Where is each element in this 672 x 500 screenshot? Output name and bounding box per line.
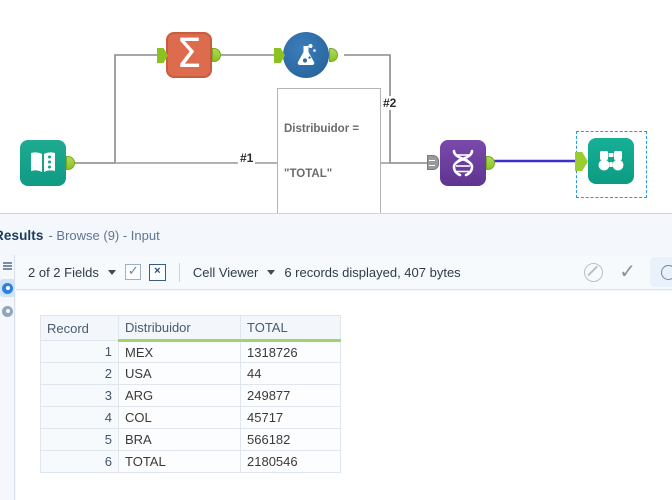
toolbar-divider bbox=[178, 262, 180, 282]
clear-glyph: × bbox=[154, 264, 161, 277]
cell-record: 4 bbox=[40, 406, 119, 429]
results-grid: Record Distribuidor TOTAL 1 MEX 1318726 … bbox=[40, 315, 341, 473]
browse-tool-body[interactable] bbox=[588, 138, 634, 184]
record-selected-icon[interactable] bbox=[0, 279, 15, 297]
book-icon bbox=[20, 140, 66, 186]
results-subtitle: - Browse (9) - Input bbox=[48, 227, 160, 243]
sigma-icon: Σ bbox=[176, 31, 202, 77]
table-body: 1 MEX 1318726 2 USA 44 3 ARG 249877 4 CO… bbox=[40, 340, 341, 473]
results-panel-header: Results - Browse (9) - Input bbox=[0, 222, 672, 248]
column-header-total[interactable]: TOTAL bbox=[240, 315, 341, 342]
cell-total[interactable]: 566182 bbox=[240, 428, 341, 451]
results-title: Results bbox=[0, 227, 44, 243]
cell-total[interactable]: 44 bbox=[240, 362, 341, 385]
results-toolbar: 2 of 2 Fields ✓ × Cell Viewer 6 records … bbox=[16, 255, 672, 290]
connection-label-1: #1 bbox=[238, 151, 256, 165]
column-header-distribuidor[interactable]: Distribuidor bbox=[118, 315, 241, 342]
table-row[interactable]: 6 TOTAL 2180546 bbox=[40, 450, 341, 473]
dna-icon bbox=[440, 140, 486, 186]
cell-distribuidor[interactable]: COL bbox=[118, 406, 241, 429]
browse-tool[interactable] bbox=[575, 138, 634, 184]
cell-distribuidor[interactable]: ARG bbox=[118, 384, 241, 407]
summarize-tool-body[interactable]: Σ bbox=[166, 32, 212, 78]
cell-total[interactable]: 1318726 bbox=[240, 340, 341, 363]
cell-distribuidor[interactable]: USA bbox=[118, 362, 241, 385]
workflow-canvas[interactable]: Σ Distribuidor = "TOTAL" #1 #2 bbox=[0, 0, 672, 213]
union-tool-body[interactable] bbox=[440, 140, 486, 186]
binoculars-icon bbox=[588, 138, 634, 184]
cell-distribuidor[interactable]: MEX bbox=[118, 340, 241, 363]
fields-selector-label[interactable]: 2 of 2 Fields bbox=[28, 265, 99, 280]
cell-record: 6 bbox=[40, 450, 119, 473]
input-data-tool[interactable] bbox=[20, 140, 75, 186]
designer-window: Σ Distribuidor = "TOTAL" #1 #2 esults - … bbox=[0, 0, 672, 500]
connection-label-2: #2 bbox=[381, 96, 399, 110]
filter-annotation: Distribuidor = "TOTAL" bbox=[277, 88, 381, 213]
table-row[interactable]: 3 ARG 249877 bbox=[40, 384, 341, 407]
record-status-text: 6 records displayed, 407 bytes bbox=[284, 264, 461, 280]
filter-tool-body[interactable] bbox=[283, 32, 329, 78]
no-entry-icon[interactable] bbox=[584, 262, 604, 282]
input-data-tool-body[interactable] bbox=[20, 140, 66, 186]
filter-annotation-line1: Distribuidor = bbox=[284, 123, 360, 135]
cell-distribuidor[interactable]: TOTAL bbox=[118, 450, 241, 473]
summarize-tool[interactable]: Σ bbox=[157, 32, 221, 78]
checkmark-icon[interactable]: ✓ bbox=[619, 262, 636, 282]
search-button[interactable] bbox=[650, 257, 672, 287]
cell-total[interactable]: 45717 bbox=[240, 406, 341, 429]
table-header-row: Record Distribuidor TOTAL bbox=[40, 315, 341, 342]
table-row[interactable]: 2 USA 44 bbox=[40, 362, 341, 385]
flask-icon bbox=[283, 32, 329, 78]
results-left-rail[interactable] bbox=[0, 255, 15, 500]
clear-fields-button[interactable]: × bbox=[148, 263, 166, 281]
cell-total[interactable]: 2180546 bbox=[240, 450, 341, 473]
results-panel: Results - Browse (9) - Input 2 of 2 Fiel… bbox=[0, 213, 672, 500]
cell-record: 1 bbox=[40, 340, 119, 363]
results-grid-container[interactable]: Record Distribuidor TOTAL 1 MEX 1318726 … bbox=[16, 291, 672, 500]
table-row[interactable]: 4 COL 45717 bbox=[40, 406, 341, 429]
cell-record: 2 bbox=[40, 362, 119, 385]
record-icon[interactable] bbox=[0, 302, 15, 320]
view-mode-chevron-down-icon[interactable] bbox=[267, 269, 276, 275]
filter-annotation-line2: "TOTAL" bbox=[284, 168, 333, 180]
table-row[interactable]: 1 MEX 1318726 bbox=[40, 340, 341, 363]
filter-tool[interactable] bbox=[274, 32, 338, 78]
union-input-anchor[interactable] bbox=[427, 155, 439, 170]
cell-distribuidor[interactable]: BRA bbox=[118, 428, 241, 451]
cell-total[interactable]: 249877 bbox=[240, 384, 341, 407]
search-icon bbox=[660, 264, 672, 280]
column-header-record[interactable]: Record bbox=[40, 315, 119, 341]
view-mode-label[interactable]: Cell Viewer bbox=[193, 265, 259, 280]
select-all-fields-checkbox[interactable]: ✓ bbox=[124, 263, 141, 280]
cell-record: 3 bbox=[40, 384, 119, 407]
chevron-down-icon[interactable] bbox=[107, 269, 116, 275]
check-glyph: ✓ bbox=[127, 263, 139, 278]
union-tool[interactable] bbox=[427, 140, 495, 186]
list-icon[interactable] bbox=[0, 257, 15, 275]
cell-record: 5 bbox=[40, 428, 119, 451]
table-row[interactable]: 5 BRA 566182 bbox=[40, 428, 341, 451]
toolbar-right-group: ✓ bbox=[584, 257, 672, 287]
